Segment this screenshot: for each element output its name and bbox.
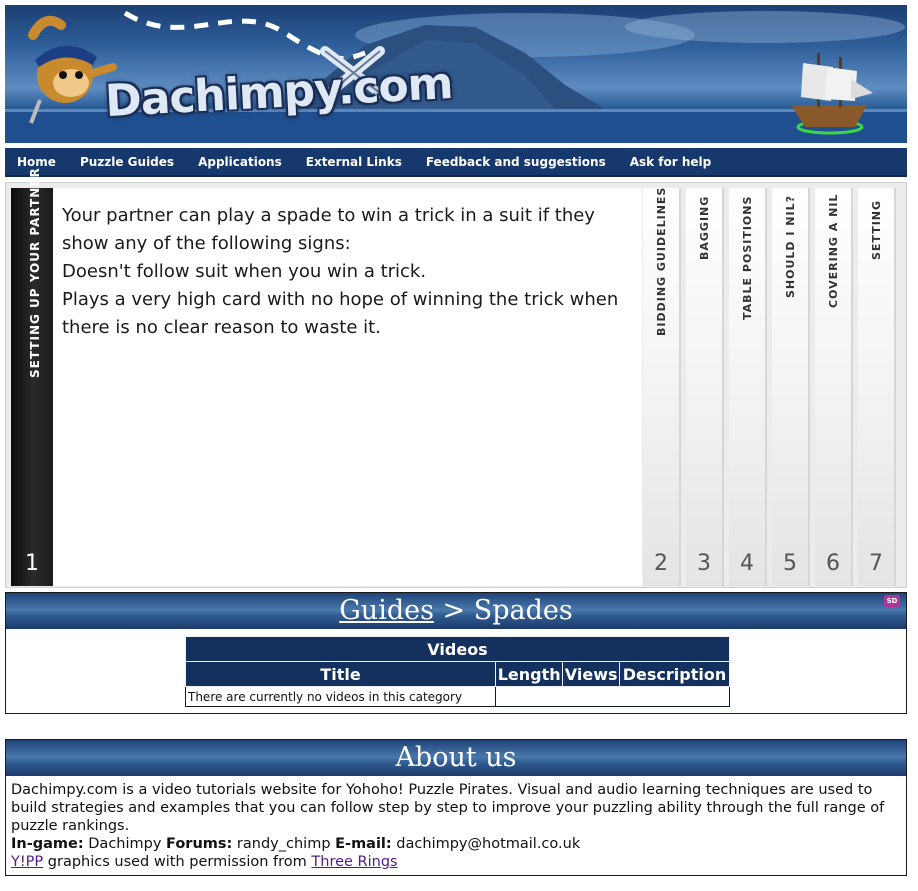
accordion-tab-number: 1 (25, 551, 39, 576)
forums-value: randy_chimp (232, 836, 336, 852)
accordion-tab-label: BAGGING (698, 195, 711, 260)
videos-table-caption: Videos (185, 636, 730, 662)
nav-item-feedback[interactable]: Feedback and suggestions (426, 155, 606, 169)
content-paragraph: Doesn't follow suit when you win a trick… (62, 261, 427, 282)
videos-table: Videos Title Length Views Description Th… (185, 636, 731, 707)
site-banner: Dachimpy.com (5, 5, 907, 143)
accordion-tab-number: 5 (783, 551, 797, 576)
nav-item-external-links[interactable]: External Links (306, 155, 402, 169)
about-section: About us Dachimpy.com is a video tutoria… (5, 739, 907, 876)
about-body: Dachimpy.com is a video tutorials websit… (11, 781, 903, 871)
accordion-tab-covering-a-nil[interactable]: COVERING A NIL 6 (815, 188, 853, 586)
accordion-tab-label: SETTING UP YOUR PARTNER (28, 167, 42, 378)
accordion-tab-label: TABLE POSITIONS (741, 195, 754, 320)
about-contacts: In-game: Dachimpy Forums: randy_chimp E-… (11, 835, 903, 853)
accordion-tab-should-i-nil[interactable]: SHOULD I NIL? 5 (772, 188, 810, 586)
column-header-length: Length (494, 661, 564, 687)
column-header-description: Description (618, 661, 731, 687)
nav-item-ask-for-help[interactable]: Ask for help (630, 155, 712, 169)
about-credits: Y!PP graphics used with permission from … (11, 853, 903, 871)
forums-label: Forums: (166, 836, 233, 852)
monkey-mascot-icon (28, 15, 117, 124)
empty-message: There are currently no videos in this ca… (185, 686, 496, 707)
about-title: About us (6, 740, 906, 776)
breadcrumb-current: Spades (473, 595, 573, 626)
accordion-content: Your partner can play a spade to win a t… (53, 188, 642, 586)
yipp-link[interactable]: Y!PP (11, 854, 43, 870)
accordion-tab-bagging[interactable]: BAGGING 3 (686, 188, 724, 586)
guide-accordion: SETTING UP YOUR PARTNER 1 Your partner c… (5, 167, 907, 588)
credit-text: graphics used with permission from (43, 854, 312, 870)
email-value: dachimpy@hotmail.co.uk (391, 836, 581, 852)
accordion-tab-number: 7 (869, 551, 883, 576)
accordion-tab-label: COVERING A NIL (827, 193, 840, 308)
nav-item-puzzle-guides[interactable]: Puzzle Guides (80, 155, 174, 169)
column-header-views: Views (562, 661, 620, 687)
column-header-title: Title (185, 661, 496, 687)
breadcrumb-separator: > (433, 595, 474, 626)
sd-badge-icon: SD (884, 595, 900, 607)
about-description: Dachimpy.com is a video tutorials websit… (11, 782, 885, 834)
main-nav: Home Puzzle Guides Applications External… (5, 148, 907, 177)
accordion-tab-number: 6 (826, 551, 840, 576)
ingame-value: Dachimpy (83, 836, 167, 852)
three-rings-link[interactable]: Three Rings (311, 854, 397, 870)
accordion-tab-bidding-guidelines[interactable]: BIDDING GUIDELINES 2 (643, 186, 681, 586)
guides-section: Guides > Spades SD Videos Title Length V… (5, 592, 907, 714)
accordion-tab-number: 4 (740, 551, 754, 576)
content-paragraph: Plays a very high card with no hope of w… (62, 289, 619, 338)
content-paragraph: Your partner can play a spade to win a t… (62, 205, 595, 254)
ingame-label: In-game: (11, 836, 84, 852)
accordion-tab-number: 3 (697, 551, 711, 576)
accordion-tab-active[interactable]: SETTING UP YOUR PARTNER 1 (11, 167, 53, 586)
email-label: E-mail: (335, 836, 392, 852)
accordion-tab-label: SHOULD I NIL? (784, 195, 797, 298)
accordion-tab-table-positions[interactable]: TABLE POSITIONS 4 (729, 188, 767, 586)
accordion-tab-label: BIDDING GUIDELINES (655, 186, 668, 336)
accordion-tab-number: 2 (654, 551, 668, 576)
breadcrumb: Guides > Spades SD (6, 593, 906, 629)
breadcrumb-guides-link[interactable]: Guides (339, 595, 434, 626)
accordion-tab-label: SETTING (870, 199, 883, 260)
empty-cell (496, 687, 730, 707)
table-row: There are currently no videos in this ca… (185, 686, 730, 707)
nav-item-applications[interactable]: Applications (198, 155, 282, 169)
accordion-tab-setting[interactable]: SETTING 7 (858, 188, 896, 586)
